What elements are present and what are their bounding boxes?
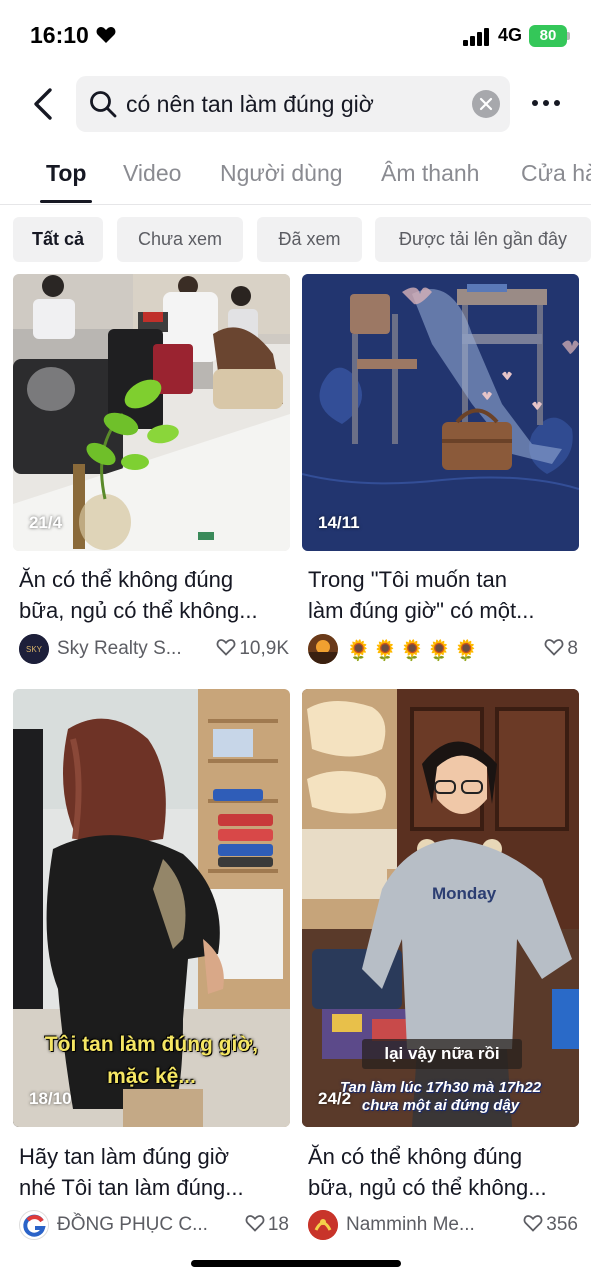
- video-overlay-caption: Tôi tan làm đúng giờ, mặc kệ...: [13, 1029, 290, 1093]
- overlay-line: Tôi tan làm đúng giờ,: [44, 1033, 259, 1056]
- like-count-value: 18: [267, 1214, 289, 1235]
- caption-line: Trong "Tôi muốn tan: [308, 567, 507, 592]
- tab-top[interactable]: Top: [46, 160, 86, 187]
- caption-line: bữa, ngủ có thể không...: [19, 598, 258, 623]
- filter-chips: Tất cả Chưa xem Đã xem Được tải lên gần …: [0, 217, 591, 263]
- like-count: 8: [544, 638, 578, 660]
- tab-video[interactable]: Video: [123, 160, 181, 187]
- active-tab-indicator: [40, 200, 92, 203]
- office-scene-image: [13, 274, 290, 551]
- status-time: 16:10: [30, 22, 89, 48]
- namminh-logo-avatar: [308, 1210, 338, 1240]
- search-tabs: Top Video Người dùng Âm thanh Cửa hà: [0, 150, 591, 204]
- svg-text:SKY: SKY: [26, 645, 43, 654]
- video-thumbnail[interactable]: Tôi tan làm đúng giờ, mặc kệ... 18/10: [13, 689, 290, 1127]
- video-meta: 🌻🌻🌻🌻🌻 8: [308, 632, 578, 664]
- video-thumbnail[interactable]: 14/11: [302, 274, 579, 551]
- divider: [0, 204, 591, 205]
- like-count: 356: [523, 1214, 578, 1236]
- signal-icon: [463, 28, 489, 46]
- heart-outline-icon: [545, 639, 564, 656]
- like-count-value: 10,9K: [239, 638, 289, 659]
- video-meta: Namminh Me... 356: [308, 1208, 578, 1240]
- sunset-avatar-image: [308, 634, 338, 664]
- search-query[interactable]: có nên tan làm đúng giờ: [126, 91, 374, 118]
- like-count: 10,9K: [216, 638, 289, 660]
- filter-recent[interactable]: Được tải lên gần đây: [375, 217, 591, 262]
- back-button[interactable]: [26, 84, 62, 124]
- heart-outline-icon: [245, 1215, 265, 1232]
- caption-line: bữa, ngủ có thể không...: [308, 1175, 547, 1200]
- battery-tip: [567, 32, 570, 40]
- battery-indicator: 80: [529, 25, 567, 47]
- heart-outline-icon: [216, 639, 236, 656]
- caption-line: làm đúng giờ" có một...: [308, 598, 535, 623]
- home-indicator[interactable]: [191, 1260, 401, 1267]
- avatar[interactable]: SKY: [19, 634, 49, 664]
- like-count-value: 8: [567, 638, 578, 659]
- like-count-value: 356: [546, 1214, 578, 1235]
- author-name[interactable]: ĐỒNG PHỤC C...: [57, 1214, 208, 1236]
- author-name[interactable]: Sky Realty S...: [57, 638, 182, 660]
- caption-line: Ăn có thể không đúng: [19, 567, 234, 592]
- video-overlay-caption: lại vậy nữa rồi: [362, 1039, 522, 1069]
- video-caption[interactable]: Trong "Tôi muốn tan làm đúng giờ" có một…: [308, 564, 578, 626]
- status-bar: 16:10 4G 80: [0, 0, 591, 70]
- video-meta: ĐỒNG PHỤC C... 18: [19, 1208, 289, 1240]
- heart-outline-icon: [523, 1215, 543, 1232]
- author-name[interactable]: 🌻🌻🌻🌻🌻: [346, 638, 481, 663]
- caption-line: Hãy tan làm đúng giờ: [19, 1144, 230, 1169]
- video-meta: SKY Sky Realty S... 10,9K: [19, 632, 289, 664]
- avatar[interactable]: [19, 1210, 49, 1240]
- upload-date: 21/4: [29, 513, 63, 532]
- illustration-desk-image: [302, 274, 579, 551]
- upload-date: 24/2: [318, 1089, 352, 1108]
- upload-date: 14/11: [318, 513, 360, 532]
- sweater-print: Monday: [432, 884, 497, 903]
- sky-realty-logo: SKY: [19, 634, 49, 664]
- g-logo-avatar: [21, 1212, 48, 1239]
- more-options-button[interactable]: [530, 94, 562, 114]
- like-count: 18: [245, 1214, 289, 1236]
- video-thumbnail[interactable]: 21/4: [13, 274, 290, 551]
- video-thumbnail[interactable]: Monday lại vậy nữa rồi Tan làm lúc 17h30…: [302, 689, 579, 1127]
- video-caption[interactable]: Ăn có thể không đúng bữa, ngủ có thể khô…: [308, 1141, 578, 1203]
- video-caption[interactable]: Ăn có thể không đúng bữa, ngủ có thể khô…: [19, 564, 289, 626]
- search-input[interactable]: có nên tan làm đúng giờ: [76, 76, 510, 132]
- upload-date: 18/10: [29, 1089, 72, 1108]
- network-label: 4G: [498, 25, 523, 45]
- filter-all[interactable]: Tất cả: [13, 217, 103, 262]
- avatar[interactable]: [308, 1210, 338, 1240]
- caption-line: nhé Tôi tan làm đúng...: [19, 1175, 244, 1200]
- avatar[interactable]: [308, 634, 338, 664]
- video-caption[interactable]: Hãy tan làm đúng giờ nhé Tôi tan làm đún…: [19, 1141, 289, 1203]
- filter-unwatched[interactable]: Chưa xem: [117, 217, 243, 262]
- search-icon: [90, 91, 117, 118]
- tab-sounds[interactable]: Âm thanh: [381, 160, 479, 187]
- filter-watched[interactable]: Đã xem: [257, 217, 362, 262]
- clear-search-button[interactable]: [472, 90, 500, 118]
- heart-icon: [96, 27, 116, 43]
- caption-line: Ăn có thể không đúng: [308, 1144, 523, 1169]
- author-name[interactable]: Namminh Me...: [346, 1214, 475, 1236]
- close-icon: [479, 97, 493, 111]
- tab-shop[interactable]: Cửa hà: [521, 160, 591, 187]
- tab-users[interactable]: Người dùng: [220, 160, 343, 187]
